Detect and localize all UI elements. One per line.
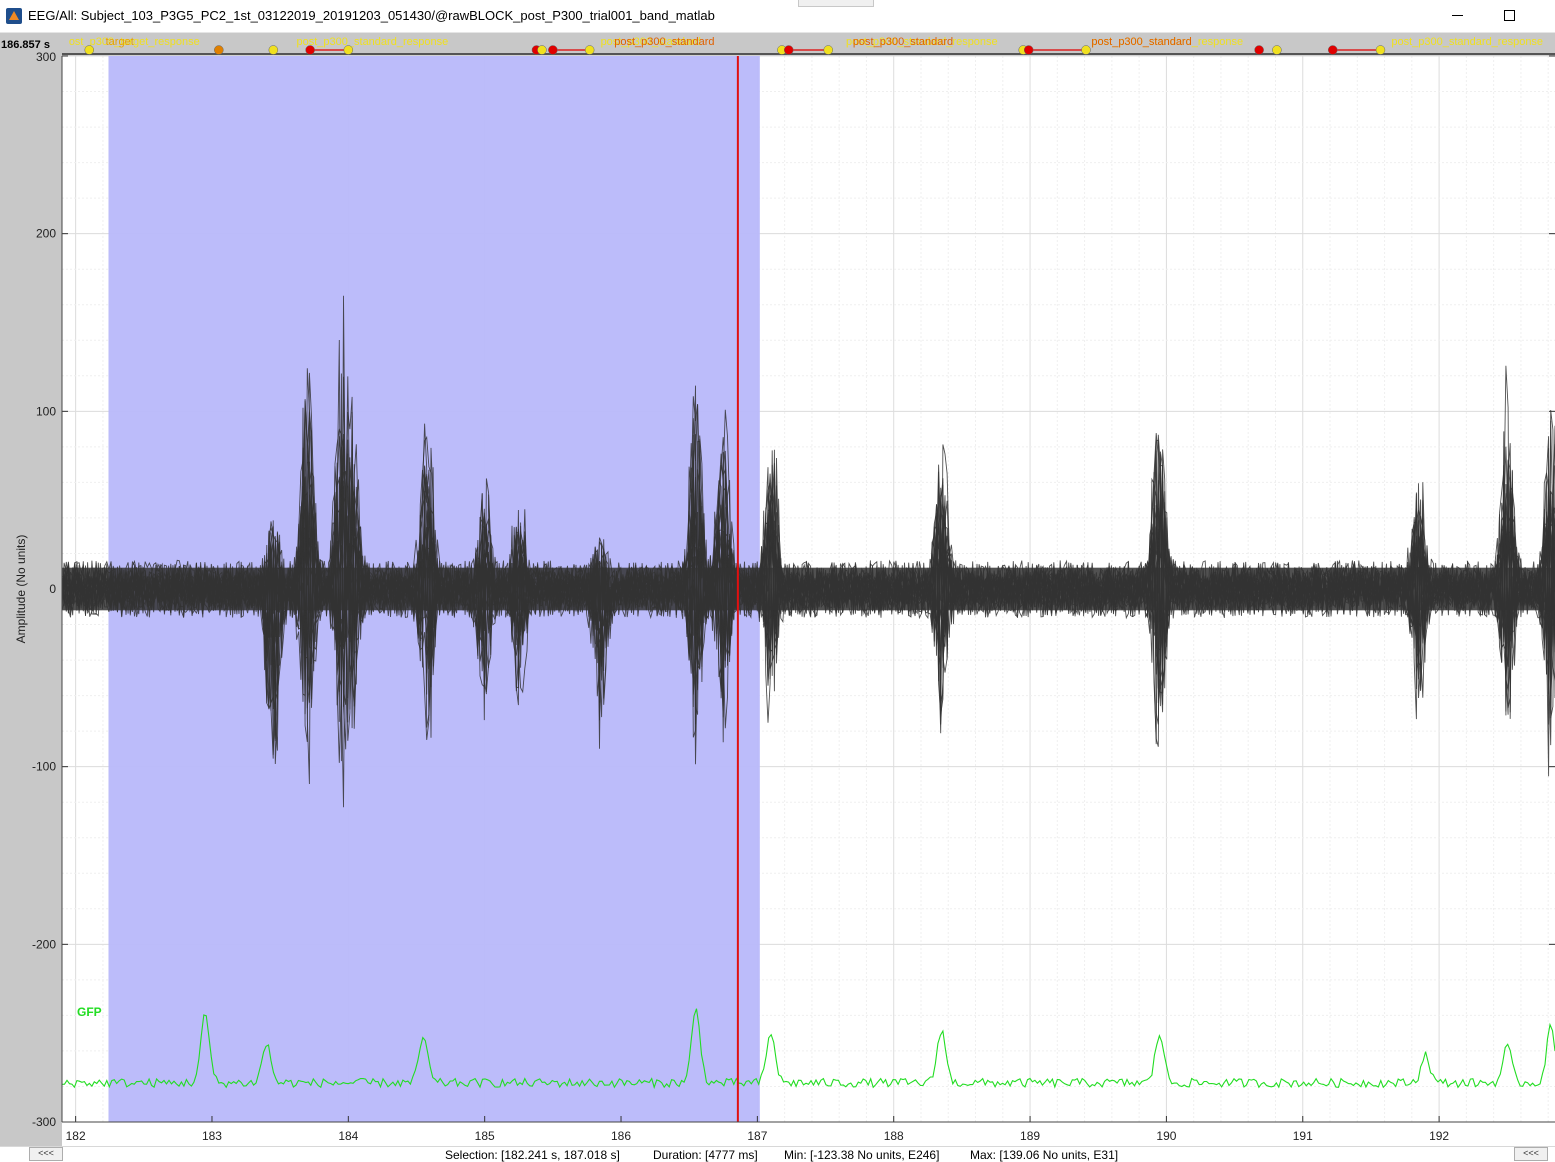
- y-tick-label: 0: [49, 582, 56, 596]
- y-tick-label: 300: [36, 50, 56, 64]
- eeg-noise-band: [62, 567, 1555, 611]
- event-marker: [1081, 45, 1091, 55]
- status-selection: Selection: [182.241 s, 187.018 s]: [445, 1148, 620, 1162]
- status-duration: Duration: [4777 ms]: [653, 1148, 758, 1162]
- event-marker: [537, 45, 547, 55]
- event-marker: [343, 45, 354, 55]
- status-bar: Selection: [182.241 s, 187.018 s] Durati…: [0, 1146, 1555, 1162]
- event-label: target: [106, 36, 134, 48]
- x-tick-label: 184: [338, 1129, 358, 1143]
- y-tick-label: -300: [32, 1115, 56, 1129]
- y-tick-label: -200: [32, 937, 56, 951]
- x-tick-label: 189: [1020, 1129, 1040, 1143]
- event-marker: [268, 45, 279, 55]
- x-tick-label: 186: [611, 1129, 631, 1143]
- x-tick-label: 190: [1156, 1129, 1176, 1143]
- x-tick-label: 188: [884, 1129, 904, 1143]
- x-tick-label: 187: [747, 1129, 767, 1143]
- event-marker: [823, 45, 834, 55]
- event-marker: [1023, 45, 1034, 55]
- event-marker: [84, 45, 95, 55]
- event-marker: [584, 45, 595, 55]
- event-marker: [1272, 45, 1282, 55]
- event-label: post_p300_standard: [853, 36, 953, 48]
- x-tick-label: 192: [1429, 1129, 1449, 1143]
- x-tick-label: 183: [202, 1129, 222, 1143]
- scroll-left-button[interactable]: <<<: [29, 1147, 63, 1161]
- event-marker: [548, 45, 558, 55]
- event-marker: [1328, 45, 1338, 55]
- event-label: post_p300_standard: [1091, 36, 1191, 48]
- event-label: post_p300_standard_response: [297, 36, 449, 48]
- y-tick-label: 200: [36, 227, 56, 241]
- status-max: Max: [139.06 No units, E31]: [970, 1148, 1119, 1162]
- x-tick-label: 185: [475, 1129, 495, 1143]
- event-marker: [305, 45, 315, 55]
- scroll-right-button[interactable]: <<<: [1514, 1147, 1548, 1161]
- status-min: Min: [-123.38 No units, E246]: [784, 1148, 940, 1162]
- x-tick-label: 182: [66, 1129, 86, 1143]
- event-label: post_p300_standard: [614, 36, 714, 48]
- event-marker: [214, 45, 224, 55]
- y-tick-label: 100: [36, 404, 56, 418]
- event-marker: [1254, 45, 1264, 55]
- x-tick-label: 191: [1293, 1129, 1313, 1143]
- event-label: post_p300_standard_response: [1391, 36, 1543, 48]
- gfp-label: GFP: [77, 1005, 102, 1019]
- y-tick-label: -100: [32, 760, 56, 774]
- event-marker: [783, 45, 794, 55]
- eeg-timeseries-plot[interactable]: ost_p300_target_responsetarget post_p300_…: [0, 0, 1555, 1161]
- event-marker: [1375, 45, 1386, 55]
